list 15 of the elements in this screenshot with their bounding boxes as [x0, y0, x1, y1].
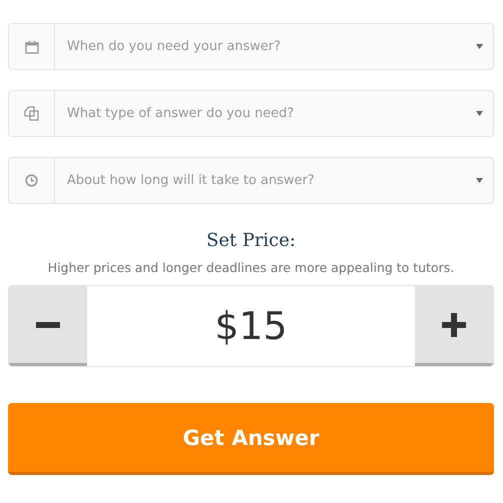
clock-icon	[25, 174, 38, 187]
calendar-icon	[24, 40, 38, 54]
select-placeholder: What type of answer do you need?	[66, 106, 295, 121]
select-field[interactable]: About how long will it take to answer?	[8, 157, 494, 204]
section-title: Set Price:	[205, 230, 297, 251]
select-placeholder: About how long will it take to answer?	[66, 173, 316, 188]
select-field[interactable]: When do you need your answer?	[8, 23, 494, 70]
select-placeholder: When do you need your answer?	[66, 39, 282, 54]
select-field[interactable]: What type of answer do you need?	[8, 90, 494, 137]
caret-icon	[476, 44, 483, 49]
hint-text: Higher prices and longer deadlines are more appealing to tutors.	[46, 260, 456, 275]
copy-icon	[24, 106, 39, 121]
caret-icon	[476, 178, 483, 183]
get-answer-button[interactable]: Get Answer	[8, 403, 494, 475]
caret-icon	[476, 111, 483, 116]
